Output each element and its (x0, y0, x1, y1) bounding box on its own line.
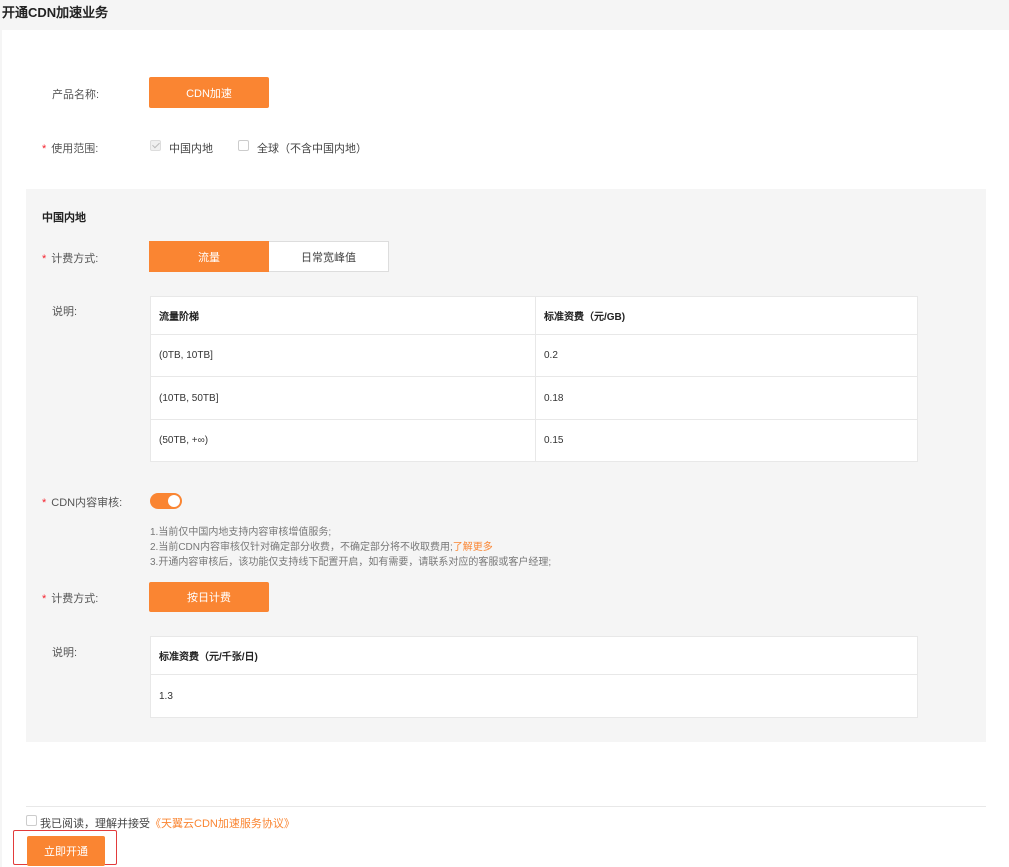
header-bar: 开通CDN加速业务 (0, 0, 1009, 30)
page-title: 开通CDN加速业务 (2, 5, 109, 20)
audit-billing-label: * 计费方式: (42, 590, 98, 606)
table-cell: (0TB, 10TB] (150, 334, 536, 377)
scope-mainland-label[interactable]: 中国内地 (169, 140, 213, 156)
table-cell: 0.15 (535, 419, 918, 462)
learn-more-link[interactable]: 了解更多 (453, 542, 493, 553)
audit-toggle[interactable] (150, 493, 182, 509)
column-header: 标准资费（元/千张/日) (150, 636, 918, 675)
required-mark: * (42, 593, 47, 605)
daily-billing-button[interactable]: 按日计费 (149, 582, 269, 612)
submit-button[interactable]: 立即开通 (27, 836, 105, 866)
table-header-row: 流量阶梯 标准资费（元/GB) (150, 296, 918, 335)
region-title: 中国内地 (42, 212, 86, 224)
billing-traffic-option[interactable]: 流量 (149, 241, 269, 272)
required-mark: * (42, 253, 47, 265)
audit-note-2-text: 2.当前CDN内容审核仅针对确定部分收费，不确定部分将不收取费用; (150, 542, 453, 553)
scope-label-text: 使用范围: (51, 143, 99, 155)
price-table: 流量阶梯 标准资费（元/GB) (0TB, 10TB] 0.2 (10TB, 5… (150, 296, 918, 462)
table-cell: 0.18 (535, 376, 918, 420)
audit-desc-label: 说明: (52, 647, 78, 659)
table-row: (50TB, +∞) 0.15 (150, 419, 918, 462)
audit-note-1: 1.当前仅中国内地支持内容审核增值服务; (150, 527, 332, 538)
toggle-knob (168, 495, 180, 507)
table-cell: (50TB, +∞) (150, 419, 536, 462)
table-cell: (10TB, 50TB] (150, 376, 536, 420)
table-cell: 0.2 (535, 334, 918, 377)
billing-label-text: 计费方式: (51, 253, 99, 265)
scope-label: * 使用范围: (42, 140, 98, 156)
product-cdn-button[interactable]: CDN加速 (149, 77, 269, 108)
required-mark: * (42, 143, 47, 155)
table-header-row: 标准资费（元/千张/日) (150, 636, 918, 675)
agreement-checkbox[interactable] (26, 815, 37, 826)
scope-global-checkbox[interactable] (238, 140, 249, 151)
table-row: (0TB, 10TB] 0.2 (150, 334, 918, 377)
table-row: (10TB, 50TB] 0.18 (150, 376, 918, 420)
table-cell: 1.3 (150, 674, 918, 718)
agreement-text: 我已阅读，理解并接受《天翼云CDN加速服务协议》 (40, 815, 295, 831)
scope-global-label[interactable]: 全球（不含中国内地） (257, 140, 367, 156)
footer-divider (26, 806, 986, 807)
agreement-link[interactable]: 《天翼云CDN加速服务协议》 (150, 818, 295, 830)
column-header: 标准资费（元/GB) (535, 296, 918, 335)
audit-label-text: CDN内容审核: (51, 497, 123, 509)
audit-price-table: 标准资费（元/千张/日) 1.3 (150, 636, 918, 718)
column-header: 流量阶梯 (150, 296, 536, 335)
billing-segmented: 流量 日常宽峰值 (149, 241, 389, 272)
scope-mainland-checkbox[interactable] (150, 140, 161, 151)
table-row: 1.3 (150, 674, 918, 718)
required-mark: * (42, 497, 47, 509)
billing-peak-bandwidth-option[interactable]: 日常宽峰值 (269, 241, 389, 272)
audit-label: * CDN内容审核: (42, 494, 122, 510)
audit-note-3: 3.开通内容审核后，该功能仅支持线下配置开启，如有需要，请联系对应的客服或客户经… (150, 557, 552, 568)
audit-note-2: 2.当前CDN内容审核仅针对确定部分收费，不确定部分将不收取费用;了解更多 (150, 538, 493, 553)
billing-label: * 计费方式: (42, 250, 98, 266)
product-label: 产品名称: (52, 89, 100, 101)
audit-billing-label-text: 计费方式: (51, 593, 99, 605)
desc-label: 说明: (52, 306, 78, 318)
agreement-label: 我已阅读，理解并接受 (40, 818, 150, 830)
